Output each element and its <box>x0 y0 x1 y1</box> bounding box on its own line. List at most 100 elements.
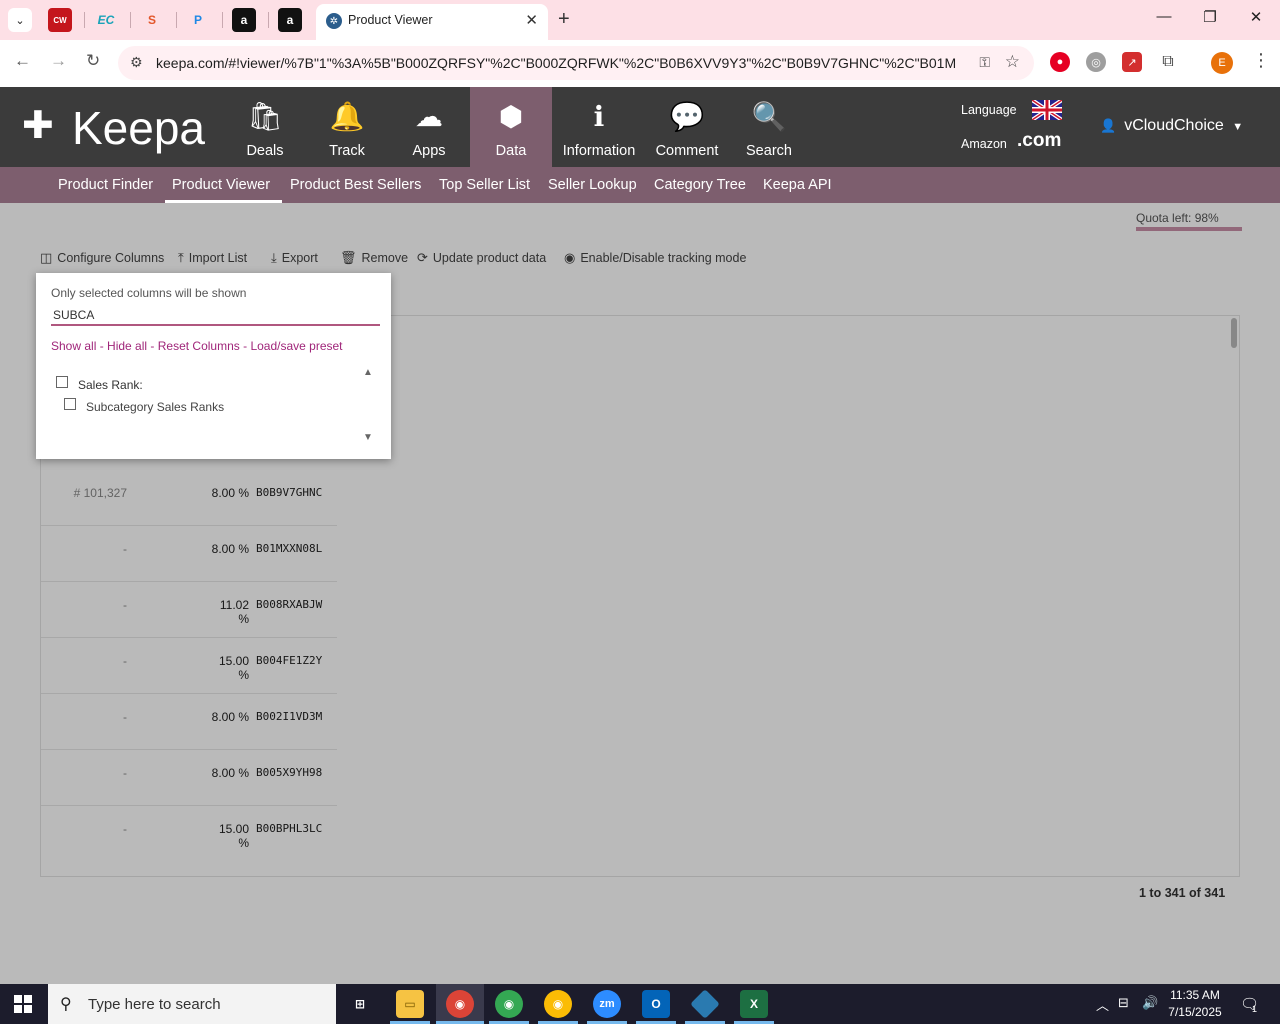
subnav-product-best-sellers[interactable]: Product Best Sellers <box>290 177 421 193</box>
pinned-tab-p[interactable]: P <box>186 8 210 32</box>
tray-chevron-up-icon[interactable]: ︿ <box>1096 995 1109 1014</box>
extension-red-icon[interactable]: ● <box>1050 52 1070 72</box>
subnav-top-seller-list[interactable]: Top Seller List <box>439 177 530 193</box>
pinned-tab-cw[interactable]: CW <box>48 8 72 32</box>
shopping-bag-icon: 🛍 <box>247 101 283 132</box>
outlook-icon[interactable]: O <box>642 990 670 1018</box>
tab-separator <box>268 12 269 28</box>
nav-data[interactable]: ⬢ Data <box>470 87 552 167</box>
nav-track-label: Track <box>329 143 365 159</box>
link-separator: - <box>239 339 251 353</box>
chrome-icon[interactable]: ◉ <box>495 990 523 1018</box>
taskbar-search-box[interactable]: ⚲ Type here to search <box>48 984 336 1024</box>
chrome-icon-2[interactable]: ◉ <box>544 990 572 1018</box>
amazon-label: Amazon <box>961 137 1007 151</box>
subcategory-sales-ranks-checkbox[interactable] <box>64 398 76 410</box>
address-bar[interactable]: ⚙ keepa.com/#!viewer/%7B"1"%3A%5B"B000ZQ… <box>118 46 1034 80</box>
pinned-tab-amazon[interactable]: a <box>232 8 256 32</box>
nav-apps[interactable]: ☁ Apps <box>399 87 459 167</box>
subnav-product-finder[interactable]: Product Finder <box>58 177 153 193</box>
column-search-input[interactable] <box>51 306 380 326</box>
close-window-icon[interactable]: ✕ <box>1236 8 1276 26</box>
taskbar-clock[interactable]: 11:35 AM 7/15/2025 <box>1160 987 1230 1021</box>
hide-all-link[interactable]: Hide all <box>107 339 147 353</box>
browser-menu-icon[interactable]: ⋮ <box>1252 50 1270 71</box>
chrome-profile-e-icon[interactable]: ◉ <box>446 990 474 1018</box>
nav-data-label: Data <box>495 143 527 159</box>
subnav-product-viewer[interactable]: Product Viewer <box>172 177 270 193</box>
load-save-preset-link[interactable]: Load/save preset <box>250 339 342 353</box>
user-menu[interactable]: 👤 vCloudChoice ▼ <box>1100 117 1243 135</box>
nav-search-label: Search <box>746 143 792 159</box>
nav-information[interactable]: ℹ Information <box>556 87 642 167</box>
info-icon: ℹ <box>593 101 605 132</box>
caret-down-icon: ▼ <box>1232 121 1244 133</box>
reset-columns-link[interactable]: Reset Columns <box>158 339 240 353</box>
uk-flag-icon[interactable] <box>1032 100 1062 120</box>
new-tab-button[interactable]: + <box>558 8 570 31</box>
url-text[interactable]: keepa.com/#!viewer/%7B"1"%3A%5B"B000ZQRF… <box>156 55 956 71</box>
bell-icon: 🔔 <box>329 101 365 132</box>
forward-icon[interactable]: → <box>50 51 67 71</box>
file-explorer-icon[interactable]: ▭ <box>396 990 424 1018</box>
windows-taskbar: ⚲ Type here to search ⊞ ▭ ◉ ◉ ◉ zm O X ︿… <box>0 984 1280 1024</box>
extension-pdf-icon[interactable]: ↗ <box>1122 52 1142 72</box>
language-label: Language <box>961 103 1017 117</box>
nav-comment-label: Comment <box>655 143 719 159</box>
keepa-favicon-icon: ✲ <box>326 13 342 29</box>
extensions-puzzle-icon[interactable]: ⧉ <box>1158 52 1178 72</box>
browser-toolbar: ← → ↻ ⚙ keepa.com/#!viewer/%7B"1"%3A%5B"… <box>0 40 1280 86</box>
sales-rank-group-label[interactable]: Sales Rank: <box>78 378 143 392</box>
task-view-icon[interactable]: ⊞ <box>346 990 374 1018</box>
configure-columns-popup: Only selected columns will be shown Show… <box>36 273 391 459</box>
keepa-logo-icon[interactable]: ✚ <box>22 107 54 145</box>
tab-separator <box>84 12 85 28</box>
comments-icon: 💬 <box>669 101 705 132</box>
back-icon[interactable]: ← <box>14 51 31 71</box>
subnav-keepa-api[interactable]: Keepa API <box>763 177 832 193</box>
zoom-icon[interactable]: zm <box>593 990 621 1018</box>
column-links: Show all - Hide all - Reset Columns - Lo… <box>51 339 343 353</box>
profile-avatar[interactable]: E <box>1211 52 1233 74</box>
bookmark-star-icon[interactable]: ☆ <box>1005 52 1020 72</box>
windows-start-icon[interactable] <box>14 995 32 1013</box>
nav-track[interactable]: 🔔 Track <box>317 87 377 167</box>
pinned-tab-s[interactable]: S <box>140 8 164 32</box>
password-key-icon[interactable]: ⚿ <box>979 54 990 71</box>
active-tab-title: Product Viewer <box>348 13 433 27</box>
close-tab-icon[interactable]: ✕ <box>525 11 538 29</box>
user-icon: 👤 <box>1100 118 1117 133</box>
subnav-category-tree[interactable]: Category Tree <box>654 177 746 193</box>
excel-icon[interactable]: X <box>740 990 768 1018</box>
nav-deals-label: Deals <box>246 143 284 159</box>
sales-rank-checkbox[interactable] <box>56 376 68 388</box>
nav-deals[interactable]: 🛍 Deals <box>235 87 295 167</box>
tab-search-button[interactable]: ⌄ <box>8 8 32 32</box>
amazon-domain-selector[interactable]: .com <box>1017 130 1061 152</box>
scroll-up-arrow-icon[interactable]: ▲ <box>363 367 373 378</box>
keepa-logo-text[interactable]: Keepa <box>72 101 205 155</box>
volume-icon[interactable]: 🔊 <box>1142 995 1158 1011</box>
active-tab[interactable]: ✲ Product Viewer ✕ <box>316 4 548 40</box>
restore-icon[interactable]: ❐ <box>1190 8 1230 26</box>
tab-separator <box>130 12 131 28</box>
scroll-down-arrow-icon[interactable]: ▼ <box>363 432 373 443</box>
subcategory-sales-ranks-label[interactable]: Subcategory Sales Ranks <box>86 400 224 414</box>
pinned-tab-ec[interactable]: EC <box>94 8 118 32</box>
clock-time: 11:35 AM <box>1170 988 1220 1002</box>
show-all-link[interactable]: Show all <box>51 339 96 353</box>
nav-search[interactable]: 🔍 Search <box>740 87 798 167</box>
browser-tab-strip: ⌄ CW EC S P a a ✲ Product Viewer ✕ + — ❐… <box>0 0 1280 40</box>
site-info-icon[interactable]: ⚙ <box>130 54 143 71</box>
cloud-download-icon: ☁ <box>415 101 443 132</box>
subnav-seller-lookup[interactable]: Seller Lookup <box>548 177 637 193</box>
minimize-icon[interactable]: — <box>1144 8 1184 25</box>
network-icon[interactable]: ⊟ <box>1118 995 1129 1011</box>
popup-hint: Only selected columns will be shown <box>51 286 247 300</box>
diamond-app-icon[interactable] <box>690 989 720 1019</box>
tab-separator <box>176 12 177 28</box>
extension-globe-icon[interactable]: ◎ <box>1086 52 1106 72</box>
pinned-tab-amazon-2[interactable]: a <box>278 8 302 32</box>
reload-icon[interactable]: ↻ <box>86 51 100 71</box>
nav-comment[interactable]: 💬 Comment <box>652 87 722 167</box>
